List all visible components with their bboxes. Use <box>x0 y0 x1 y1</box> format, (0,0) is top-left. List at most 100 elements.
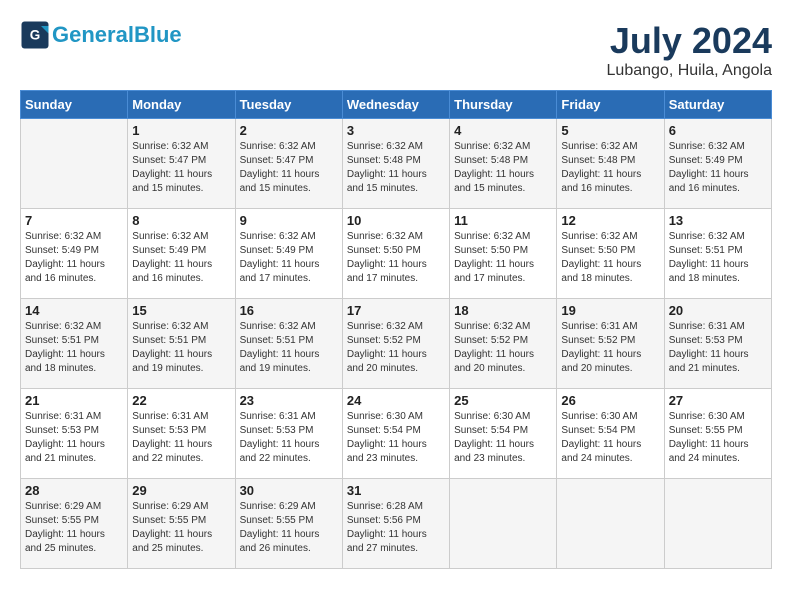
column-header-thursday: Thursday <box>450 91 557 119</box>
day-info: Sunrise: 6:31 AMSunset: 5:53 PMDaylight:… <box>669 320 767 376</box>
column-header-friday: Friday <box>557 91 664 119</box>
day-info: Sunrise: 6:31 AMSunset: 5:53 PMDaylight:… <box>132 410 230 466</box>
day-info: Sunrise: 6:32 AMSunset: 5:47 PMDaylight:… <box>132 140 230 196</box>
day-number: 16 <box>240 303 338 318</box>
day-number: 12 <box>561 213 659 228</box>
day-info: Sunrise: 6:32 AMSunset: 5:50 PMDaylight:… <box>454 230 552 286</box>
day-number: 22 <box>132 393 230 408</box>
calendar-cell: 17 Sunrise: 6:32 AMSunset: 5:52 PMDaylig… <box>342 299 449 389</box>
calendar-cell: 12 Sunrise: 6:32 AMSunset: 5:50 PMDaylig… <box>557 209 664 299</box>
day-info: Sunrise: 6:32 AMSunset: 5:48 PMDaylight:… <box>561 140 659 196</box>
calendar-cell: 6 Sunrise: 6:32 AMSunset: 5:49 PMDayligh… <box>664 119 771 209</box>
day-number: 28 <box>25 483 123 498</box>
day-info: Sunrise: 6:29 AMSunset: 5:55 PMDaylight:… <box>240 500 338 556</box>
calendar-cell: 30 Sunrise: 6:29 AMSunset: 5:55 PMDaylig… <box>235 479 342 569</box>
day-number: 24 <box>347 393 445 408</box>
day-info: Sunrise: 6:32 AMSunset: 5:48 PMDaylight:… <box>454 140 552 196</box>
calendar-cell: 28 Sunrise: 6:29 AMSunset: 5:55 PMDaylig… <box>21 479 128 569</box>
day-number: 19 <box>561 303 659 318</box>
day-number: 17 <box>347 303 445 318</box>
calendar-table: SundayMondayTuesdayWednesdayThursdayFrid… <box>20 90 772 569</box>
day-number: 4 <box>454 123 552 138</box>
calendar-cell <box>450 479 557 569</box>
calendar-cell: 16 Sunrise: 6:32 AMSunset: 5:51 PMDaylig… <box>235 299 342 389</box>
calendar-cell: 1 Sunrise: 6:32 AMSunset: 5:47 PMDayligh… <box>128 119 235 209</box>
day-info: Sunrise: 6:32 AMSunset: 5:51 PMDaylight:… <box>240 320 338 376</box>
day-info: Sunrise: 6:30 AMSunset: 5:55 PMDaylight:… <box>669 410 767 466</box>
column-header-sunday: Sunday <box>21 91 128 119</box>
calendar-cell: 15 Sunrise: 6:32 AMSunset: 5:51 PMDaylig… <box>128 299 235 389</box>
day-info: Sunrise: 6:32 AMSunset: 5:51 PMDaylight:… <box>669 230 767 286</box>
calendar-cell <box>557 479 664 569</box>
logo-text: GeneralBlue <box>52 23 182 47</box>
day-number: 7 <box>25 213 123 228</box>
day-info: Sunrise: 6:29 AMSunset: 5:55 PMDaylight:… <box>25 500 123 556</box>
calendar-cell: 8 Sunrise: 6:32 AMSunset: 5:49 PMDayligh… <box>128 209 235 299</box>
day-number: 25 <box>454 393 552 408</box>
calendar-cell: 13 Sunrise: 6:32 AMSunset: 5:51 PMDaylig… <box>664 209 771 299</box>
day-number: 26 <box>561 393 659 408</box>
calendar-cell: 25 Sunrise: 6:30 AMSunset: 5:54 PMDaylig… <box>450 389 557 479</box>
day-info: Sunrise: 6:30 AMSunset: 5:54 PMDaylight:… <box>454 410 552 466</box>
calendar-cell: 5 Sunrise: 6:32 AMSunset: 5:48 PMDayligh… <box>557 119 664 209</box>
column-header-monday: Monday <box>128 91 235 119</box>
svg-text:G: G <box>30 28 41 43</box>
calendar-cell: 31 Sunrise: 6:28 AMSunset: 5:56 PMDaylig… <box>342 479 449 569</box>
day-number: 15 <box>132 303 230 318</box>
day-number: 20 <box>669 303 767 318</box>
day-info: Sunrise: 6:32 AMSunset: 5:51 PMDaylight:… <box>132 320 230 376</box>
calendar-cell <box>21 119 128 209</box>
calendar-cell: 24 Sunrise: 6:30 AMSunset: 5:54 PMDaylig… <box>342 389 449 479</box>
day-number: 11 <box>454 213 552 228</box>
day-info: Sunrise: 6:29 AMSunset: 5:55 PMDaylight:… <box>132 500 230 556</box>
day-info: Sunrise: 6:32 AMSunset: 5:49 PMDaylight:… <box>669 140 767 196</box>
calendar-cell: 26 Sunrise: 6:30 AMSunset: 5:54 PMDaylig… <box>557 389 664 479</box>
calendar-cell: 22 Sunrise: 6:31 AMSunset: 5:53 PMDaylig… <box>128 389 235 479</box>
month-title: July 2024 <box>607 20 772 62</box>
calendar-cell: 27 Sunrise: 6:30 AMSunset: 5:55 PMDaylig… <box>664 389 771 479</box>
calendar-cell: 14 Sunrise: 6:32 AMSunset: 5:51 PMDaylig… <box>21 299 128 389</box>
calendar-cell: 21 Sunrise: 6:31 AMSunset: 5:53 PMDaylig… <box>21 389 128 479</box>
calendar-cell: 4 Sunrise: 6:32 AMSunset: 5:48 PMDayligh… <box>450 119 557 209</box>
day-number: 14 <box>25 303 123 318</box>
day-number: 10 <box>347 213 445 228</box>
calendar-cell: 10 Sunrise: 6:32 AMSunset: 5:50 PMDaylig… <box>342 209 449 299</box>
column-header-wednesday: Wednesday <box>342 91 449 119</box>
day-info: Sunrise: 6:31 AMSunset: 5:53 PMDaylight:… <box>240 410 338 466</box>
day-number: 2 <box>240 123 338 138</box>
column-header-tuesday: Tuesday <box>235 91 342 119</box>
day-number: 13 <box>669 213 767 228</box>
day-number: 6 <box>669 123 767 138</box>
day-info: Sunrise: 6:32 AMSunset: 5:48 PMDaylight:… <box>347 140 445 196</box>
day-number: 29 <box>132 483 230 498</box>
day-number: 9 <box>240 213 338 228</box>
day-info: Sunrise: 6:32 AMSunset: 5:50 PMDaylight:… <box>347 230 445 286</box>
calendar-cell: 9 Sunrise: 6:32 AMSunset: 5:49 PMDayligh… <box>235 209 342 299</box>
day-info: Sunrise: 6:32 AMSunset: 5:50 PMDaylight:… <box>561 230 659 286</box>
day-info: Sunrise: 6:32 AMSunset: 5:49 PMDaylight:… <box>132 230 230 286</box>
calendar-cell: 23 Sunrise: 6:31 AMSunset: 5:53 PMDaylig… <box>235 389 342 479</box>
day-number: 23 <box>240 393 338 408</box>
calendar-cell: 7 Sunrise: 6:32 AMSunset: 5:49 PMDayligh… <box>21 209 128 299</box>
day-info: Sunrise: 6:32 AMSunset: 5:49 PMDaylight:… <box>25 230 123 286</box>
calendar-cell <box>664 479 771 569</box>
day-number: 31 <box>347 483 445 498</box>
day-number: 18 <box>454 303 552 318</box>
logo-icon: G <box>20 20 50 50</box>
calendar-cell: 19 Sunrise: 6:31 AMSunset: 5:52 PMDaylig… <box>557 299 664 389</box>
day-info: Sunrise: 6:31 AMSunset: 5:52 PMDaylight:… <box>561 320 659 376</box>
day-info: Sunrise: 6:28 AMSunset: 5:56 PMDaylight:… <box>347 500 445 556</box>
page-header: G GeneralBlue July 2024 Lubango, Huila, … <box>20 20 772 80</box>
day-number: 1 <box>132 123 230 138</box>
day-number: 3 <box>347 123 445 138</box>
day-info: Sunrise: 6:30 AMSunset: 5:54 PMDaylight:… <box>347 410 445 466</box>
calendar-cell: 2 Sunrise: 6:32 AMSunset: 5:47 PMDayligh… <box>235 119 342 209</box>
day-info: Sunrise: 6:32 AMSunset: 5:52 PMDaylight:… <box>454 320 552 376</box>
day-number: 5 <box>561 123 659 138</box>
logo: G GeneralBlue <box>20 20 182 50</box>
day-info: Sunrise: 6:32 AMSunset: 5:47 PMDaylight:… <box>240 140 338 196</box>
day-number: 30 <box>240 483 338 498</box>
day-info: Sunrise: 6:30 AMSunset: 5:54 PMDaylight:… <box>561 410 659 466</box>
calendar-cell: 18 Sunrise: 6:32 AMSunset: 5:52 PMDaylig… <box>450 299 557 389</box>
calendar-cell: 11 Sunrise: 6:32 AMSunset: 5:50 PMDaylig… <box>450 209 557 299</box>
